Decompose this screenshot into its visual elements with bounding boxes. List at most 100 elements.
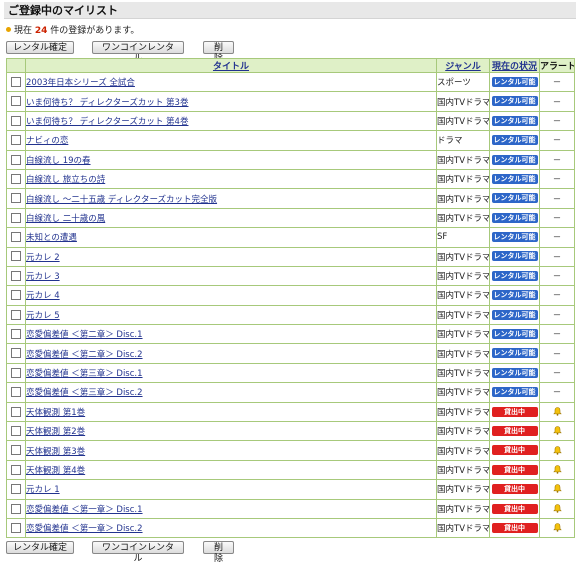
title-link[interactable]: 恋愛偏差値 ＜第二章＞ Disc.2 (27, 350, 143, 360)
title-link[interactable]: 恋愛偏差値 ＜第一章＞ Disc.1 (27, 505, 143, 515)
status-badge: レンタル可能 (491, 387, 538, 398)
row-checkbox[interactable] (11, 173, 21, 184)
alert-cell[interactable] (539, 498, 575, 519)
title-link[interactable]: 元カレ 2 (27, 253, 60, 263)
bell-icon[interactable] (552, 504, 562, 513)
status-cell: レンタル可能 (489, 110, 540, 132)
row-checkbox[interactable] (11, 464, 21, 475)
row-checkbox[interactable] (11, 193, 21, 204)
bell-icon[interactable] (552, 426, 562, 435)
table-row: いま何待ち？ ディレクターズカット 第3巻 国内TVドラマ レンタル可能－ (6, 91, 575, 112)
genre-cell: SF (436, 227, 490, 248)
sort-genre-link[interactable]: ジャンル (445, 62, 481, 72)
title-link[interactable]: 白線流し 二十歳の風 (27, 214, 106, 224)
row-checkbox-cell (6, 285, 26, 306)
row-checkbox-cell (6, 324, 26, 345)
table-row: 元カレ 5 国内TVドラマ レンタル可能－ (6, 304, 575, 326)
row-checkbox[interactable] (11, 522, 21, 533)
row-checkbox[interactable] (11, 76, 21, 87)
status-badge: 貸出中 (491, 464, 538, 475)
row-checkbox[interactable] (11, 348, 21, 359)
row-checkbox[interactable] (11, 367, 21, 378)
title-link[interactable]: 天体観測 第3巻 (27, 447, 86, 457)
alert-cell[interactable] (539, 421, 575, 442)
sort-title-link[interactable]: タイトル (213, 62, 249, 72)
status-badge: 貸出中 (491, 522, 538, 533)
title-link[interactable]: 恋愛偏差値 ＜第一章＞ Disc.2 (27, 524, 143, 534)
row-checkbox[interactable] (11, 251, 21, 262)
row-checkbox[interactable] (11, 212, 21, 223)
row-title-cell: 白線流し ～二十五歳 ディレクターズカット完全版 (25, 188, 437, 209)
alert-none: － (539, 188, 575, 209)
delete-button-bottom[interactable]: 削除 (203, 541, 234, 564)
row-title-cell: 未知との遭遇 (25, 227, 437, 248)
genre-cell: 国内TVドラマ (436, 149, 490, 170)
row-checkbox[interactable] (11, 425, 21, 436)
alert-cell[interactable] (539, 459, 575, 481)
row-checkbox[interactable] (11, 96, 21, 107)
row-checkbox[interactable] (11, 154, 21, 165)
row-title-cell: 白線流し 19の春 (25, 149, 437, 170)
rental-confirm-button-bottom[interactable]: レンタル確定 (6, 541, 74, 554)
alert-cell[interactable] (539, 401, 575, 423)
title-link[interactable]: ナビィの恋 (27, 136, 69, 146)
title-link[interactable]: 恋愛偏差値 ＜第三章＞ Disc.2 (27, 388, 143, 398)
header-checkbox-column (6, 58, 26, 73)
genre-cell: スポーツ (436, 71, 490, 93)
status-badge: レンタル可能 (491, 270, 538, 281)
row-checkbox[interactable] (11, 232, 21, 243)
title-link[interactable]: 元カレ 1 (27, 485, 60, 495)
row-checkbox[interactable] (11, 135, 21, 146)
title-link[interactable]: 元カレ 5 (27, 311, 60, 321)
title-link[interactable]: 2003年日本シリーズ 全試合 (27, 78, 135, 88)
bell-icon[interactable] (552, 445, 562, 455)
delete-button[interactable]: 削除 (203, 41, 234, 64)
row-checkbox-cell (6, 421, 26, 442)
one-coin-rental-button[interactable]: ワンコインレンタル (92, 41, 184, 64)
row-checkbox[interactable] (11, 329, 21, 340)
bell-icon[interactable] (552, 484, 562, 494)
title-link[interactable]: 白線流し 旅立ちの詩 (27, 175, 106, 185)
sort-status-link[interactable]: 現在の状況 (492, 62, 537, 72)
title-link[interactable]: 天体観測 第1巻 (27, 408, 86, 418)
row-checkbox[interactable] (11, 406, 21, 417)
bell-icon[interactable] (552, 523, 562, 532)
row-checkbox[interactable] (11, 484, 21, 495)
title-link[interactable]: いま何待ち？ ディレクターズカット 第3巻 (27, 98, 189, 108)
status-cell: 貸出中 (489, 401, 540, 423)
alert-cell[interactable] (539, 517, 575, 539)
title-link[interactable]: いま何待ち？ ディレクターズカット 第4巻 (27, 117, 189, 127)
title-link[interactable]: 天体観測 第2巻 (27, 427, 86, 437)
genre-cell: 国内TVドラマ (436, 304, 490, 326)
alert-cell[interactable] (539, 479, 575, 500)
row-checkbox[interactable] (11, 270, 21, 281)
title-link[interactable]: 恋愛偏差値 ＜第三章＞ Disc.1 (27, 369, 143, 379)
row-title-cell: 元カレ 5 (25, 304, 437, 326)
count-prefix: 現在 (14, 26, 35, 36)
status-cell: レンタル可能 (489, 149, 540, 170)
title-link[interactable]: 元カレ 3 (27, 272, 60, 282)
bell-icon[interactable] (552, 465, 562, 474)
title-link[interactable]: 未知との遭遇 (27, 233, 77, 243)
row-checkbox[interactable] (11, 290, 21, 301)
row-checkbox[interactable] (11, 115, 21, 126)
row-checkbox[interactable] (11, 387, 21, 398)
status-badge: レンタル可能 (491, 290, 538, 301)
header-status[interactable]: 現在の状況 (489, 58, 540, 73)
bell-icon[interactable] (552, 407, 562, 416)
row-title-cell: 天体観測 第4巻 (25, 459, 437, 481)
status-badge: レンタル可能 (491, 154, 538, 165)
header-title[interactable]: タイトル (25, 58, 437, 73)
title-link[interactable]: 白線流し 19の春 (27, 156, 91, 166)
title-link[interactable]: 元カレ 4 (27, 291, 60, 301)
one-coin-rental-button-bottom[interactable]: ワンコインレンタル (92, 541, 184, 564)
title-link[interactable]: 恋愛偏差値 ＜第二章＞ Disc.1 (27, 330, 143, 340)
row-checkbox[interactable] (11, 309, 21, 320)
header-genre[interactable]: ジャンル (436, 58, 490, 73)
rental-confirm-button[interactable]: レンタル確定 (6, 41, 74, 54)
row-checkbox[interactable] (11, 445, 21, 456)
title-link[interactable]: 天体観測 第4巻 (27, 466, 86, 476)
alert-cell[interactable] (539, 440, 575, 461)
row-checkbox[interactable] (11, 503, 21, 514)
title-link[interactable]: 白線流し ～二十五歳 ディレクターズカット完全版 (27, 195, 218, 205)
